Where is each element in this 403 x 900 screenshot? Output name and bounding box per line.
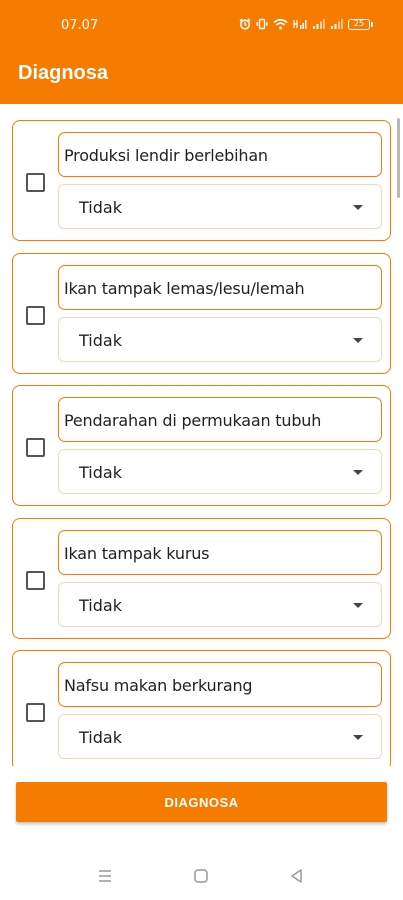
page-title: Diagnosa bbox=[18, 62, 109, 84]
symptom-checkbox[interactable] bbox=[26, 438, 45, 457]
answer-dropdown[interactable]: Tidak bbox=[58, 317, 382, 362]
signal-icon bbox=[313, 19, 325, 29]
symptom-checkbox[interactable] bbox=[26, 571, 45, 590]
dropdown-arrow-icon bbox=[353, 205, 363, 210]
answer-dropdown[interactable]: Tidak bbox=[58, 449, 382, 494]
symptom-checkbox[interactable] bbox=[26, 306, 45, 325]
dropdown-arrow-icon bbox=[353, 470, 363, 475]
diagnosa-button[interactable]: DIAGNOSA bbox=[16, 782, 387, 822]
symptom-list[interactable]: Produksi lendir berlebihan Tidak Ikan ta… bbox=[0, 104, 403, 766]
symptom-label: Nafsu makan berkurang bbox=[64, 676, 253, 695]
symptom-card: Pendarahan di permukaan tubuh Tidak bbox=[12, 385, 391, 506]
symptom-card: Nafsu makan berkurang Tidak bbox=[12, 650, 391, 766]
answer-value: Tidak bbox=[79, 331, 122, 350]
vibrate-icon bbox=[256, 18, 268, 30]
dropdown-arrow-icon bbox=[353, 735, 363, 740]
bottom-area: DIAGNOSA bbox=[0, 766, 403, 900]
back-icon[interactable] bbox=[287, 866, 307, 886]
answer-dropdown[interactable]: Tidak bbox=[58, 582, 382, 627]
symptom-label: Pendarahan di permukaan tubuh bbox=[64, 411, 322, 430]
symptom-card: Ikan tampak lemas/lesu/lemah Tidak bbox=[12, 253, 391, 374]
navigation-bar bbox=[0, 856, 403, 896]
recents-icon[interactable] bbox=[95, 866, 115, 886]
answer-value: Tidak bbox=[79, 728, 122, 747]
symptom-card: Produksi lendir berlebihan Tidak bbox=[12, 120, 391, 241]
symptom-label-box: Ikan tampak lemas/lesu/lemah bbox=[58, 265, 382, 310]
scrollbar[interactable] bbox=[397, 118, 400, 198]
symptom-label: Ikan tampak lemas/lesu/lemah bbox=[64, 279, 305, 298]
answer-dropdown[interactable]: Tidak bbox=[58, 714, 382, 759]
symptom-checkbox[interactable] bbox=[26, 173, 45, 192]
symptom-label-box: Ikan tampak kurus bbox=[58, 530, 382, 575]
hd-signal-icon bbox=[293, 20, 307, 29]
dropdown-arrow-icon bbox=[353, 603, 363, 608]
symptom-card: Ikan tampak kurus Tidak bbox=[12, 518, 391, 639]
status-icons: 25 bbox=[239, 16, 373, 32]
wifi-icon bbox=[273, 18, 288, 30]
symptom-label: Ikan tampak kurus bbox=[64, 544, 210, 563]
home-icon[interactable] bbox=[191, 866, 211, 886]
signal-icon bbox=[331, 19, 343, 29]
dropdown-arrow-icon bbox=[353, 338, 363, 343]
symptom-label: Produksi lendir berlebihan bbox=[64, 146, 268, 165]
battery-level: 25 bbox=[348, 18, 370, 30]
symptom-label-box: Produksi lendir berlebihan bbox=[58, 132, 382, 177]
status-time: 07.07 bbox=[61, 18, 99, 33]
status-bar: 07.07 25 bbox=[0, 0, 403, 50]
answer-dropdown[interactable]: Tidak bbox=[58, 184, 382, 229]
symptom-checkbox[interactable] bbox=[26, 703, 45, 722]
answer-value: Tidak bbox=[79, 596, 122, 615]
symptom-label-box: Nafsu makan berkurang bbox=[58, 662, 382, 707]
symptom-label-box: Pendarahan di permukaan tubuh bbox=[58, 397, 382, 442]
battery-icon: 25 bbox=[348, 17, 373, 31]
answer-value: Tidak bbox=[79, 463, 122, 482]
app-bar: 07.07 25 Diagnosa bbox=[0, 0, 403, 104]
alarm-icon bbox=[239, 18, 251, 30]
answer-value: Tidak bbox=[79, 198, 122, 217]
